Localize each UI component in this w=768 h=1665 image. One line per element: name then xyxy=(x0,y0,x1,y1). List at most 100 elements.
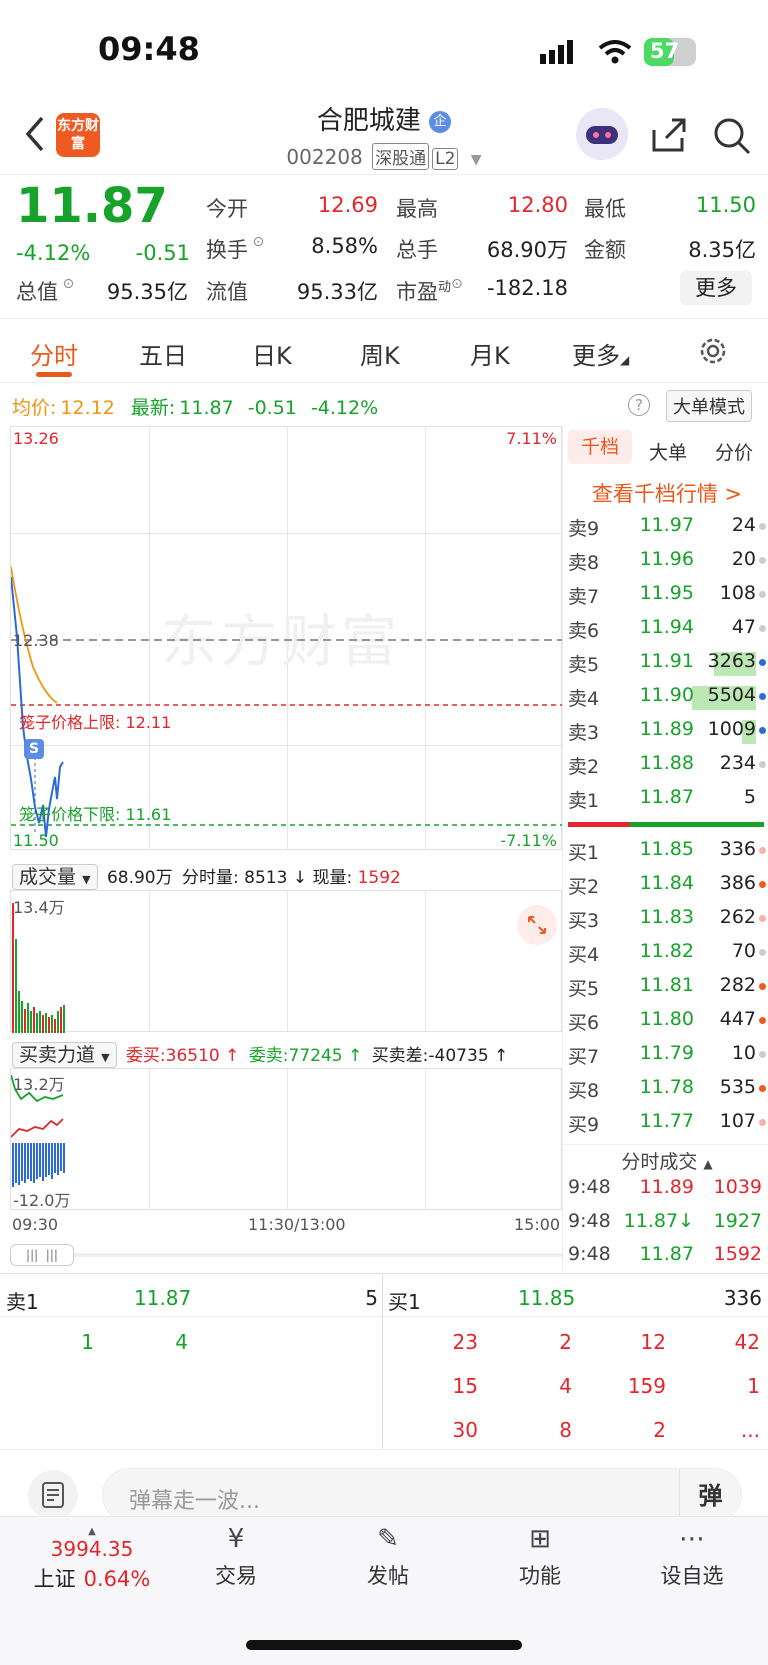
tab-price-dist[interactable]: 分价 xyxy=(702,438,766,465)
bid-row[interactable]: 买3 11.83 262 xyxy=(568,902,766,936)
grid-icon: ⊞ xyxy=(529,1524,551,1554)
queue-ask-label: 卖1 xyxy=(6,1290,39,1314)
queue-ask-price: 11.87 xyxy=(134,1286,192,1310)
tab-more[interactable]: 更多◢ xyxy=(572,336,629,371)
tab-five-day[interactable]: 五日 xyxy=(139,336,187,371)
bid-row[interactable]: 买1 11.85 336 xyxy=(568,834,766,868)
volume-header: 成交量 ▼ 68.90万 分时量: 8513 ↓ 现量: 1592 xyxy=(12,862,401,890)
ask-row[interactable]: 卖8 11.96 20 xyxy=(568,544,766,578)
ask-row[interactable]: 卖9 11.97 24 xyxy=(568,510,766,544)
ask-row[interactable]: 卖6 11.94 47 xyxy=(568,612,766,646)
y-axis-mid: 12.38 xyxy=(13,631,59,650)
bid-row[interactable]: 买2 11.84 386 xyxy=(568,868,766,902)
enterprise-badge: 企 xyxy=(429,110,452,133)
bid-order-cell: 15 xyxy=(452,1374,478,1398)
index-widget[interactable]: ▲ 3994.35 上证 0.64% xyxy=(22,1526,162,1593)
volume-selector[interactable]: 成交量 ▼ xyxy=(12,864,98,890)
tab-intraday[interactable]: 分时 xyxy=(30,336,78,371)
queue-bid-label: 买1 xyxy=(388,1290,421,1314)
help-icon[interactable]: ? xyxy=(628,394,650,416)
expand-icon[interactable] xyxy=(517,905,557,945)
chevron-down-icon: ▼ xyxy=(470,152,482,168)
bid-row[interactable]: 买8 11.78 535 xyxy=(568,1072,766,1106)
nav-functions[interactable]: ⊞ 功能 xyxy=(480,1524,600,1590)
ask-row[interactable]: 卖7 11.95 108 xyxy=(568,578,766,612)
y-axis-bottom: 11.50 xyxy=(13,831,59,850)
tick-row: 9:48 11.87↓ 1927 xyxy=(568,1210,762,1232)
bid-row[interactable]: 买7 11.79 10 xyxy=(568,1038,766,1072)
info-icon[interactable]: ⊙ xyxy=(58,276,74,292)
danmu-input[interactable]: 弹幕走一波... 弹 xyxy=(102,1468,742,1523)
tab-big-orders[interactable]: 大单 xyxy=(636,438,700,465)
danmu-toggle-button[interactable]: 弹 xyxy=(679,1469,741,1523)
bid-order-cell: 1 xyxy=(747,1374,760,1398)
ask-row[interactable]: 卖4 11.90 5504 xyxy=(568,680,766,714)
ask-row[interactable]: 卖5 11.91 3263 xyxy=(568,646,766,680)
bid-order-cell: 2 xyxy=(559,1330,572,1354)
value-open: 12.69 xyxy=(317,193,378,217)
bid-row[interactable]: 买4 11.82 70 xyxy=(568,936,766,970)
bid-order-cell: 8 xyxy=(559,1418,572,1442)
time-scrollbar[interactable]: ||| ||| xyxy=(10,1244,562,1266)
info-icon[interactable]: ⊙ xyxy=(248,234,264,250)
more-dots-icon: ⋯ xyxy=(679,1524,705,1554)
label-market-cap: 总值 ⊙ xyxy=(16,276,75,304)
share-icon[interactable] xyxy=(650,116,688,158)
ticks-title[interactable]: 分时成交 ▲ xyxy=(568,1147,766,1174)
time-axis-mid: 11:30/13:00 xyxy=(248,1215,346,1234)
chart-summary: 均价: 12.12 最新: 11.87 -0.51 -4.12% xyxy=(12,397,379,419)
y-axis-top: 13.26 xyxy=(13,429,59,448)
ask-row[interactable]: 卖3 11.89 1009 xyxy=(568,714,766,748)
volume-chart[interactable]: 13.4万 xyxy=(10,890,562,1033)
lower-cage-label: 笼子价格下限: 11.61 xyxy=(19,805,172,824)
nav-trade[interactable]: ¥ 交易 xyxy=(176,1524,296,1590)
queue-bid-qty: 336 xyxy=(723,1286,762,1310)
tab-day-k[interactable]: 日K xyxy=(252,336,292,371)
value-amount: 8.35亿 xyxy=(688,238,756,262)
big-order-mode-button[interactable]: 大单模式 xyxy=(666,390,752,422)
nav-add-watch[interactable]: ⋯ 设自选 xyxy=(632,1524,752,1590)
value-turnover: 8.58% xyxy=(311,234,378,258)
ask-order-cell: 1 xyxy=(81,1330,94,1354)
value-float-cap: 95.33亿 xyxy=(296,280,378,304)
value-low: 11.50 xyxy=(695,193,756,217)
label-amount: 金额 xyxy=(584,238,626,262)
note-icon[interactable] xyxy=(28,1470,78,1520)
label-open: 今开 xyxy=(206,197,248,221)
search-icon[interactable] xyxy=(712,116,752,160)
wifi-icon xyxy=(598,40,632,68)
more-button[interactable]: 更多 xyxy=(680,271,752,305)
robot-avatar-icon[interactable] xyxy=(576,108,628,160)
bid-row[interactable]: 买5 11.81 282 xyxy=(568,970,766,1004)
bid-order-cell: 23 xyxy=(452,1330,478,1354)
tab-month-k[interactable]: 月K xyxy=(470,336,510,371)
tab-thousand-levels[interactable]: 千档 xyxy=(568,430,632,464)
change-pct: -4.12% xyxy=(16,241,91,265)
scroll-handle[interactable]: ||| ||| xyxy=(10,1244,74,1266)
force-selector[interactable]: 买卖力道 ▼ xyxy=(12,1042,117,1068)
label-volume: 总手 xyxy=(396,238,438,262)
status-time: 09:48 xyxy=(98,30,200,68)
value-market-cap: 95.35亿 xyxy=(106,280,188,304)
bid-order-cell: 4 xyxy=(559,1374,572,1398)
value-volume: 68.90万 xyxy=(486,238,568,262)
tag-l2: L2 xyxy=(432,148,459,170)
tick-row: 9:48 11.89 1039 xyxy=(568,1176,762,1198)
current-price: 11.87 xyxy=(16,178,168,234)
ask-row[interactable]: 卖1 11.87 5 xyxy=(568,782,766,816)
force-header: 买卖力道 ▼ 委买:36510 ↑ 委卖:77245 ↑ 买卖差:-40735 … xyxy=(12,1040,508,1068)
ask-row[interactable]: 卖2 11.88 234 xyxy=(568,748,766,782)
label-low: 最低 xyxy=(584,197,626,221)
settings-gear-icon[interactable] xyxy=(698,336,728,370)
nav-post[interactable]: ✎ 发帖 xyxy=(328,1524,448,1590)
y-axis-bottom-pct: -7.11% xyxy=(500,831,557,850)
label-high: 最高 xyxy=(396,197,438,221)
bid-row[interactable]: 买6 11.80 447 xyxy=(568,1004,766,1038)
bid-row[interactable]: 买9 11.77 107 xyxy=(568,1106,766,1140)
price-chart[interactable]: 东方财富 S 13.26 7.11% 12.38 笼子价格上限: 12.11 笼… xyxy=(10,426,563,850)
event-s-marker[interactable]: S xyxy=(24,739,44,759)
tab-week-k[interactable]: 周K xyxy=(360,336,400,371)
view-levels-link[interactable]: 查看千档行情 > xyxy=(568,478,766,508)
info-icon[interactable]: ⊙ xyxy=(451,276,463,292)
force-chart[interactable]: 13.2万 -12.0万 xyxy=(10,1068,562,1210)
